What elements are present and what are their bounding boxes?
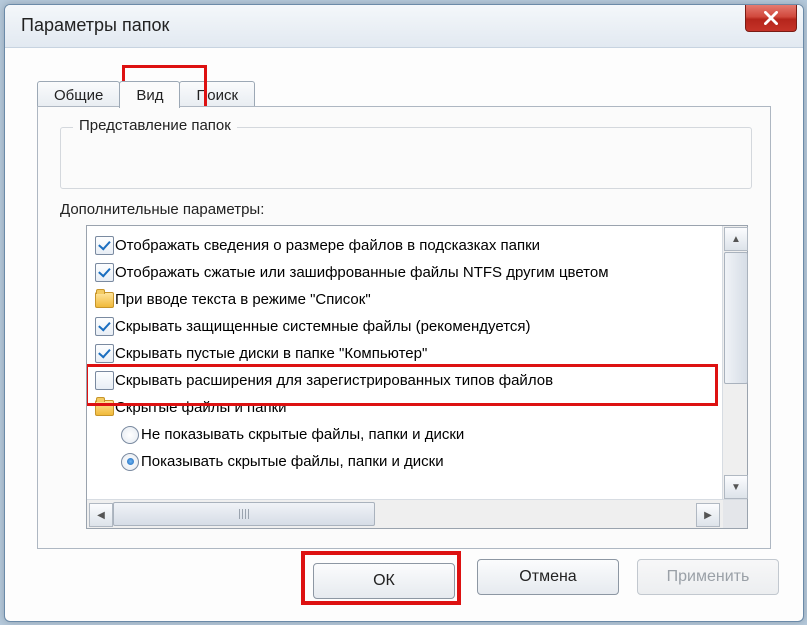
- groupbox-folder-views: Представление папок: [60, 127, 752, 189]
- radio-icon: [121, 453, 139, 471]
- checkbox-icon: [95, 317, 114, 336]
- opt-show-hidden[interactable]: Показывать скрытые файлы, папки и диски: [93, 448, 723, 475]
- opt-hide-known-extensions[interactable]: Скрывать расширения для зарегистрированн…: [93, 367, 723, 394]
- tab-strip: Общие Вид Поиск: [37, 75, 254, 107]
- scroll-up-arrow-icon[interactable]: ▲: [724, 227, 748, 251]
- opt-label: Скрывать пустые диски в папке "Компьютер…: [115, 345, 427, 362]
- tab-view-label: Вид: [136, 87, 163, 104]
- opt-label: Отображать сведения о размере файлов в п…: [115, 237, 540, 254]
- horizontal-scrollbar[interactable]: ◀ ▶: [87, 499, 747, 528]
- vertical-scrollbar[interactable]: ▲ ▼: [722, 226, 747, 500]
- scroll-down-arrow-icon[interactable]: ▼: [724, 475, 748, 499]
- close-button[interactable]: [745, 5, 797, 32]
- vscroll-thumb[interactable]: [724, 252, 748, 384]
- opt-label: Показывать скрытые файлы, папки и диски: [141, 453, 444, 470]
- opt-label: При вводе текста в режиме "Список": [115, 291, 371, 308]
- checkbox-icon: [95, 236, 114, 255]
- scroll-corner: [723, 500, 747, 528]
- hscroll-thumb[interactable]: [113, 502, 375, 526]
- folder-icon: [95, 400, 114, 416]
- folder-options-window: Параметры папок Общие Вид Поиск Представ…: [4, 4, 804, 622]
- titlebar: Параметры папок: [5, 5, 803, 48]
- opt-label: Отображать сжатые или зашифрованные файл…: [115, 264, 609, 281]
- window-title: Параметры папок: [21, 15, 169, 36]
- scroll-right-arrow-icon[interactable]: ▶: [696, 503, 720, 527]
- opt-dont-show-hidden[interactable]: Не показывать скрытые файлы, папки и дис…: [93, 421, 723, 448]
- group-hidden-files: Скрытые файлы и папки: [93, 394, 723, 421]
- advanced-settings-label: Дополнительные параметры:: [60, 201, 264, 218]
- highlight-ok-button: ОК: [309, 559, 459, 599]
- opt-show-size-tooltips[interactable]: Отображать сведения о размере файлов в п…: [93, 232, 723, 259]
- ok-button[interactable]: ОК: [313, 563, 455, 599]
- cancel-button[interactable]: Отмена: [477, 559, 619, 595]
- tab-view[interactable]: Вид: [119, 81, 180, 108]
- dialog-buttons: ОК Отмена Применить: [5, 559, 803, 599]
- opt-hide-protected-os-files[interactable]: Скрывать защищенные системные файлы (рек…: [93, 313, 723, 340]
- checkbox-icon: [95, 371, 114, 390]
- tab-general-label: Общие: [54, 87, 103, 104]
- tab-general[interactable]: Общие: [37, 81, 120, 108]
- close-icon: [764, 11, 778, 25]
- radio-icon: [121, 426, 139, 444]
- tab-panel-view: Представление папок Дополнительные парам…: [37, 106, 771, 549]
- opt-label: Скрытые файлы и папки: [115, 399, 287, 416]
- opt-label: Скрывать расширения для зарегистрированн…: [115, 372, 553, 389]
- groupbox-legend: Представление папок: [73, 117, 237, 134]
- tab-search-label: Поиск: [196, 87, 238, 104]
- opt-label: Не показывать скрытые файлы, папки и дис…: [141, 426, 464, 443]
- checkbox-icon: [95, 263, 114, 282]
- list-body: Отображать сведения о размере файлов в п…: [87, 226, 723, 500]
- folder-icon: [95, 292, 114, 308]
- scroll-left-arrow-icon[interactable]: ◀: [89, 503, 113, 527]
- advanced-settings-list: Отображать сведения о размере файлов в п…: [86, 225, 748, 529]
- checkbox-icon: [95, 344, 114, 363]
- opt-hide-empty-drives[interactable]: Скрывать пустые диски в папке "Компьютер…: [93, 340, 723, 367]
- tab-search[interactable]: Поиск: [179, 81, 255, 108]
- opt-show-ntfs-color[interactable]: Отображать сжатые или зашифрованные файл…: [93, 259, 723, 286]
- hscroll-track[interactable]: [113, 502, 697, 524]
- group-list-typing: При вводе текста в режиме "Список": [93, 286, 723, 313]
- apply-button[interactable]: Применить: [637, 559, 779, 595]
- opt-label: Скрывать защищенные системные файлы (рек…: [115, 318, 531, 335]
